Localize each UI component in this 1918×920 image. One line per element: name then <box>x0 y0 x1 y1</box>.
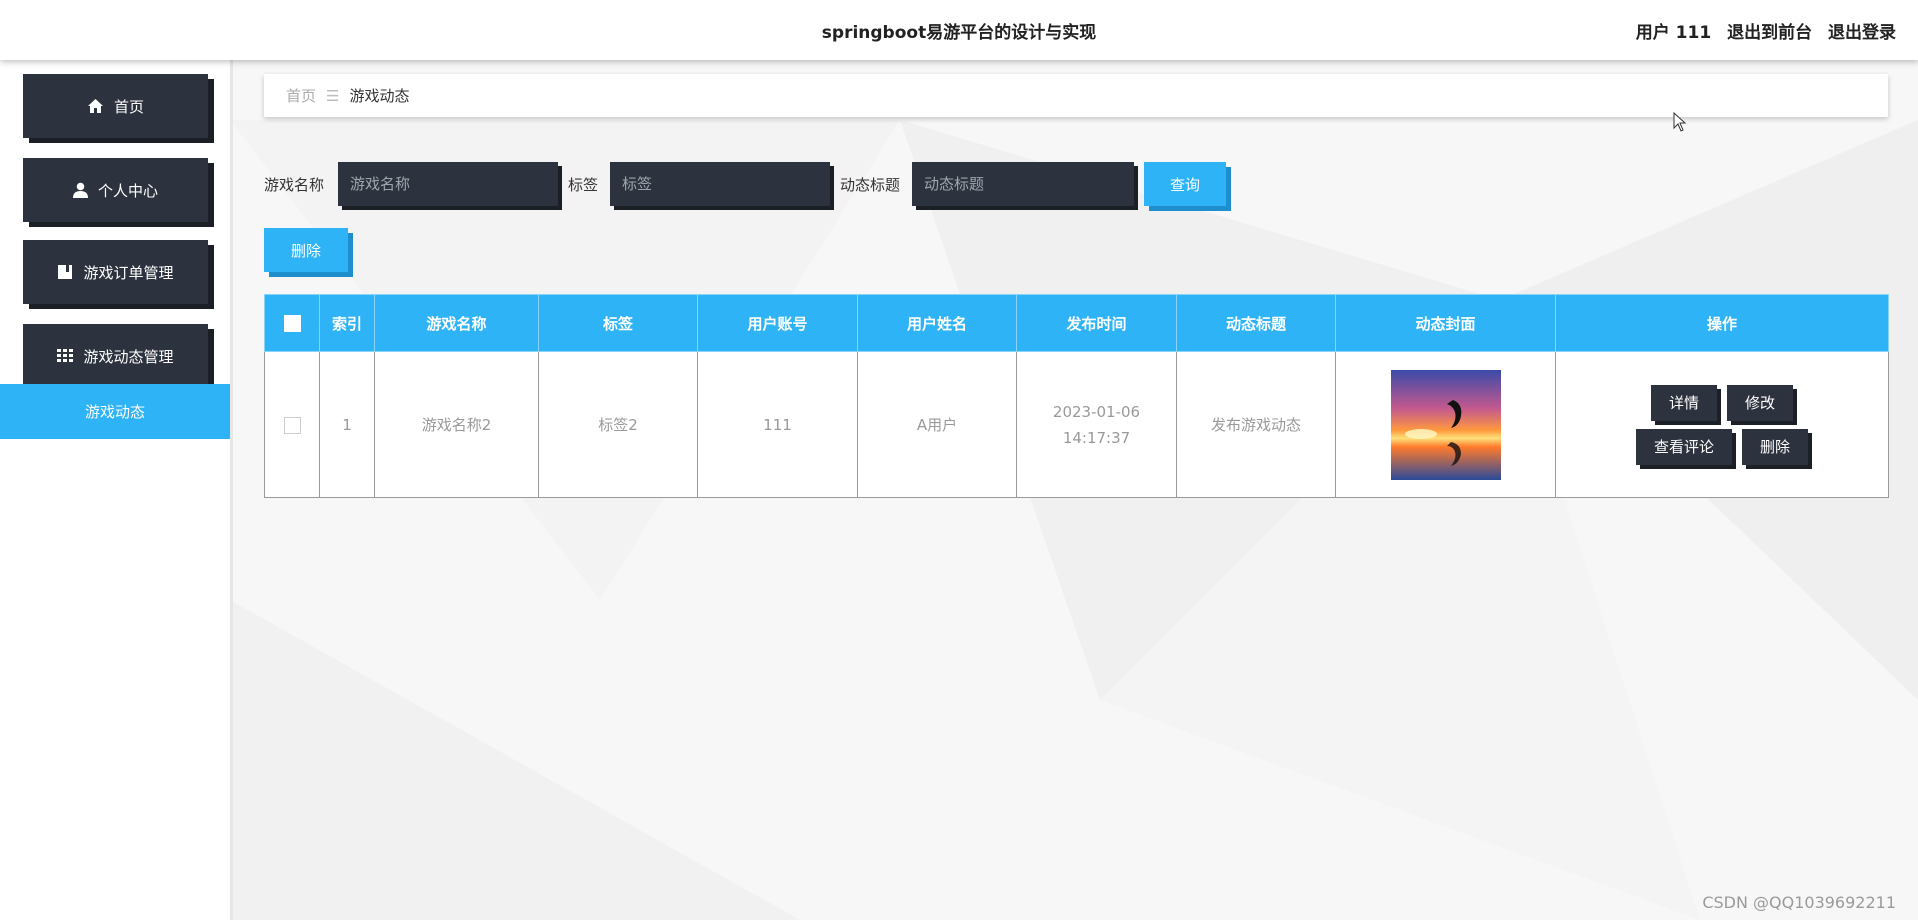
select-all-cell <box>264 294 320 352</box>
sidebar: 首页 个人中心 游戏订单管理 游戏动态管理 游戏动态 <box>0 60 233 920</box>
select-all-checkbox[interactable] <box>283 315 301 332</box>
column-header: 标签 <box>538 294 698 352</box>
column-header: 用户账号 <box>697 294 858 352</box>
column-header: 操作 <box>1555 294 1889 352</box>
actions-cell: 详情 修改 查看评论 删除 <box>1555 351 1889 498</box>
sidebar-subitem-game-posts[interactable]: 游戏动态 <box>0 384 230 439</box>
sidebar-item-label: 个人中心 <box>97 181 158 200</box>
breadcrumb-current: 游戏动态 <box>349 87 410 105</box>
post-title-cell: 发布游戏动态 <box>1176 351 1336 498</box>
game-name-input[interactable] <box>338 162 558 206</box>
index-cell: 1 <box>319 351 375 498</box>
detail-button[interactable]: 详情 <box>1650 384 1717 421</box>
sidebar-item-home[interactable]: 首页 <box>23 74 208 138</box>
breadcrumb-separator-icon: ☰ <box>326 86 340 105</box>
account-cell: 111 <box>697 351 858 498</box>
sidebar-item-label: 首页 <box>113 97 144 116</box>
header-user-area: 用户 111 退出到前台 退出登录 <box>1626 18 1896 43</box>
mouse-cursor-icon <box>1673 112 1687 132</box>
tag-label: 标签 <box>568 176 599 194</box>
sidebar-item-label: 游戏订单管理 <box>83 263 174 282</box>
sidebar-item-order-management[interactable]: 游戏订单管理 <box>23 240 208 304</box>
column-header: 动态标题 <box>1176 294 1336 352</box>
logout-link[interactable]: 退出登录 <box>1828 23 1896 43</box>
column-header: 用户姓名 <box>857 294 1017 352</box>
watermark: CSDN @QQ1039692211 <box>1702 893 1896 912</box>
view-comments-button[interactable]: 查看评论 <box>1635 428 1732 465</box>
sidebar-item-label: 游戏动态管理 <box>83 347 174 366</box>
row-delete-button[interactable]: 删除 <box>1742 428 1809 465</box>
user-label: 用户 111 <box>1635 23 1712 43</box>
home-icon <box>87 98 104 114</box>
column-header: 索引 <box>319 294 375 352</box>
query-button[interactable]: 查询 <box>1144 162 1226 206</box>
breadcrumb: 首页 ☰ 游戏动态 <box>264 74 1888 117</box>
back-to-front-link[interactable]: 退出到前台 <box>1727 23 1812 43</box>
top-header: springboot易游平台的设计与实现 用户 111 退出到前台 退出登录 <box>0 0 1918 60</box>
row-actions: 详情 修改 查看评论 删除 <box>1557 384 1887 465</box>
edit-button[interactable]: 修改 <box>1727 384 1794 421</box>
book-icon <box>57 264 73 280</box>
row-select-cell <box>264 351 320 498</box>
row-checkbox[interactable] <box>283 416 301 434</box>
table-header-row: 索引 游戏名称 标签 用户账号 用户姓名 发布时间 动态标题 动态封面 操作 <box>264 294 1889 352</box>
breadcrumb-home[interactable]: 首页 <box>286 85 316 106</box>
column-header: 游戏名称 <box>374 294 539 352</box>
column-header: 发布时间 <box>1016 294 1177 352</box>
post-title-input[interactable] <box>912 162 1134 206</box>
grid-icon <box>57 349 74 363</box>
user-icon <box>72 182 88 198</box>
cover-image <box>1390 369 1501 480</box>
delete-button[interactable]: 删除 <box>264 228 348 272</box>
post-title-label: 动态标题 <box>840 176 901 194</box>
sidebar-item-personal-center[interactable]: 个人中心 <box>23 158 208 222</box>
cover-cell <box>1335 351 1556 498</box>
user-name-cell: A用户 <box>857 351 1017 498</box>
post-table: 索引 游戏名称 标签 用户账号 用户姓名 发布时间 动态标题 动态封面 操作 1… <box>264 294 1889 498</box>
publish-time-cell: 2023-01-06 14:17:37 <box>1016 351 1177 498</box>
table-row: 1 游戏名称2 标签2 111 A用户 2023-01-06 14:17:37 … <box>264 351 1889 498</box>
game-name-cell: 游戏名称2 <box>374 351 539 498</box>
tag-input[interactable] <box>610 162 830 206</box>
game-name-label: 游戏名称 <box>264 176 325 194</box>
column-header: 动态封面 <box>1335 294 1556 352</box>
tag-cell: 标签2 <box>538 351 698 498</box>
sidebar-item-post-management[interactable]: 游戏动态管理 <box>23 324 208 388</box>
